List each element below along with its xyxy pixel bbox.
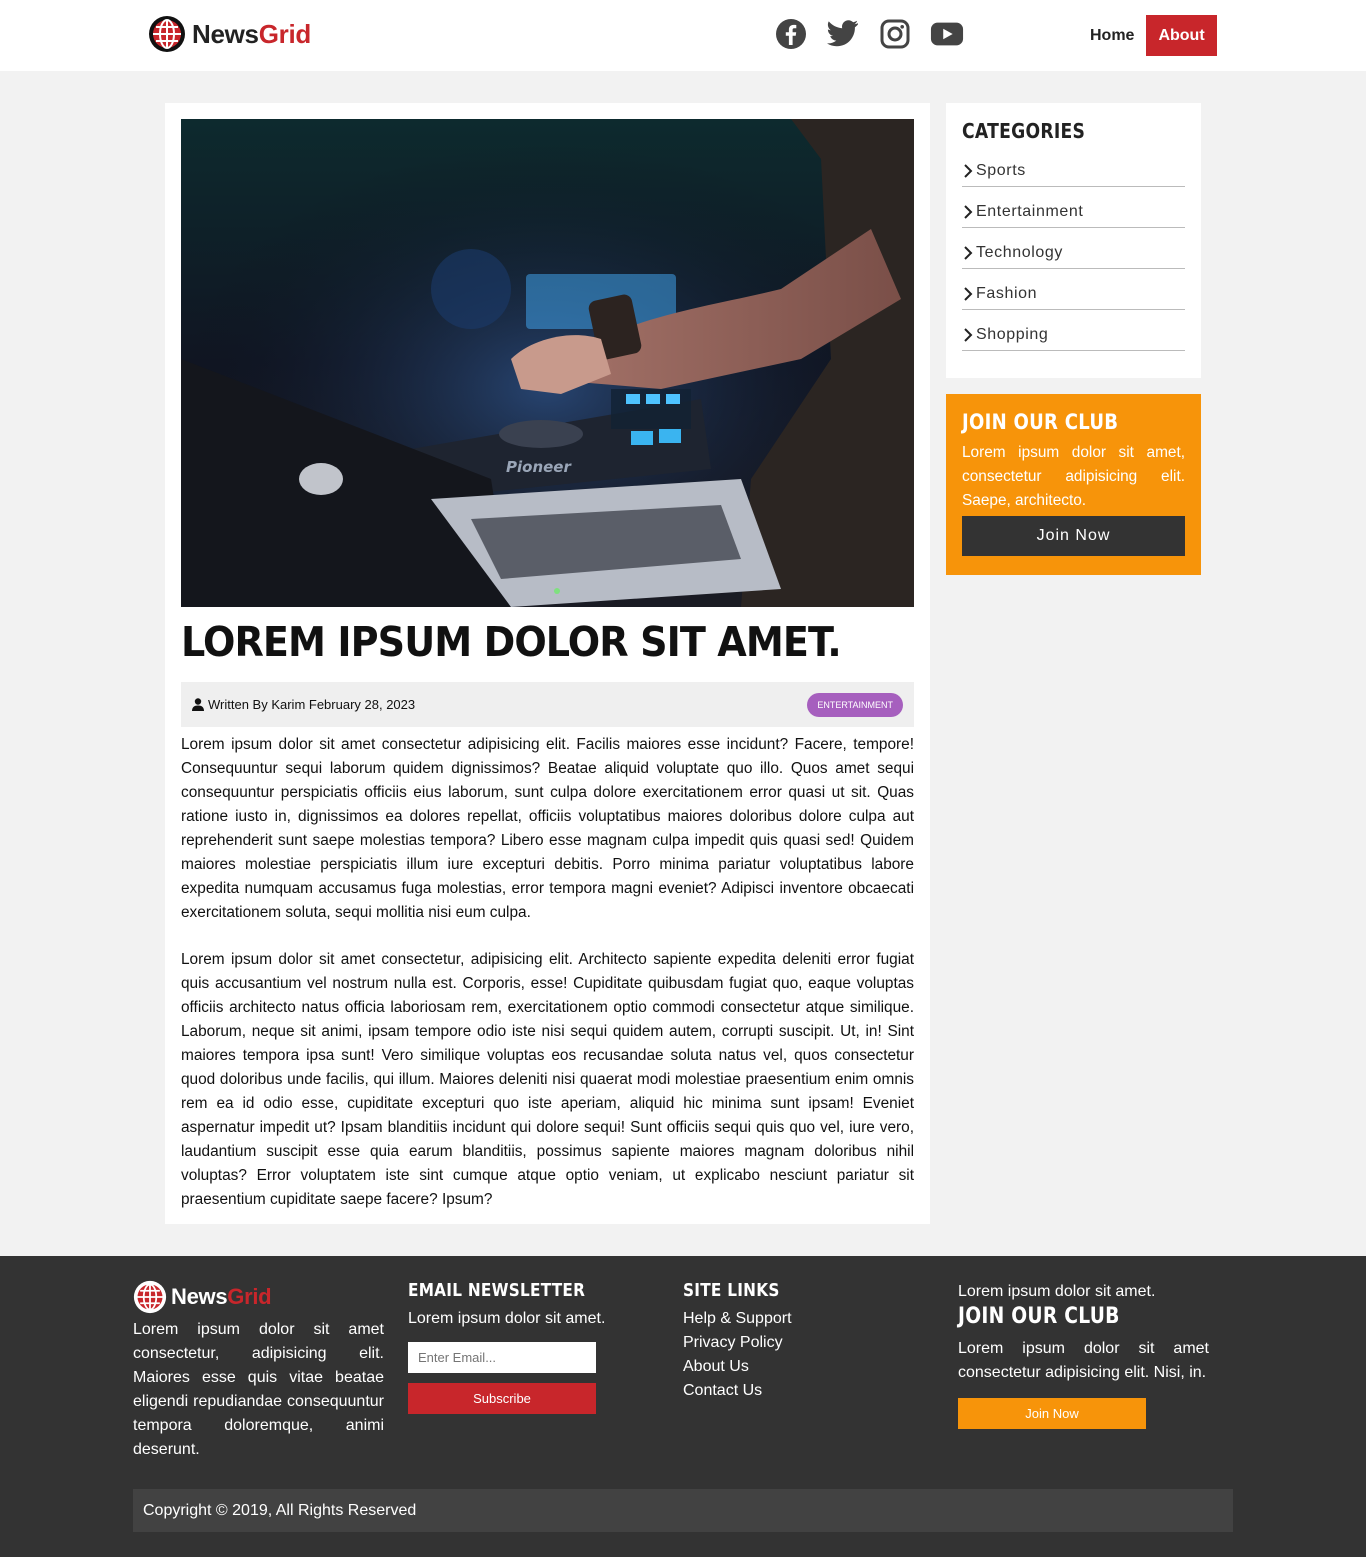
join-club-text: Lorem ipsum dolor sit amet, consectetur … bbox=[962, 444, 1185, 509]
user-icon bbox=[192, 698, 204, 711]
category-item-sports[interactable]: Sports bbox=[962, 146, 1185, 187]
footer-logo-news: News bbox=[171, 1284, 228, 1309]
article-hero-image: Pioneer bbox=[181, 119, 914, 607]
link-contact-us[interactable]: Contact Us bbox=[683, 1379, 923, 1403]
youtube-icon[interactable] bbox=[930, 17, 964, 51]
logo-text: NewsGrid bbox=[192, 19, 311, 50]
chevron-right-icon bbox=[964, 164, 973, 178]
link-help-support[interactable]: Help & Support bbox=[683, 1307, 923, 1331]
join-now-button[interactable]: Join Now bbox=[962, 516, 1185, 556]
main-nav: Home About bbox=[1078, 15, 1217, 56]
newsletter-heading: EMAIL NEWSLETTER bbox=[408, 1280, 586, 1301]
site-links-heading: SITE LINKS bbox=[683, 1280, 780, 1301]
footer-newsletter: EMAIL NEWSLETTER Lorem ipsum dolor sit a… bbox=[408, 1280, 648, 1414]
article-byline: Written By Karim February 28, 2023 bbox=[208, 697, 416, 712]
chevron-right-icon bbox=[964, 328, 973, 342]
categories-widget: CATEGORIES Sports Entertainment Technolo… bbox=[946, 103, 1201, 378]
subscribe-button[interactable]: Subscribe bbox=[408, 1383, 596, 1414]
globe-icon bbox=[133, 1280, 167, 1314]
category-label: Shopping bbox=[976, 326, 1049, 343]
category-badge[interactable]: ENTERTAINMENT bbox=[807, 692, 903, 717]
logo-text-grid: Grid bbox=[258, 18, 312, 49]
footer-club-heading: JOIN OUR CLUB bbox=[958, 1304, 1120, 1329]
category-label: Technology bbox=[976, 244, 1063, 261]
join-club-heading: JOIN OUR CLUB bbox=[962, 410, 1119, 434]
site-footer: NewsGrid Lorem ipsum dolor sit amet cons… bbox=[0, 1256, 1366, 1557]
category-label: Fashion bbox=[976, 285, 1038, 302]
article-byline-wrap: Written By Karim February 28, 2023 bbox=[192, 697, 415, 712]
chevron-right-icon bbox=[964, 246, 973, 260]
article-card: Pioneer LOREM IPSUM DOLOR SIT AMET. Writ… bbox=[165, 103, 930, 1224]
footer-about: NewsGrid Lorem ipsum dolor sit amet cons… bbox=[133, 1280, 384, 1462]
article-body: Lorem ipsum dolor sit amet consectetur a… bbox=[181, 733, 914, 1212]
copyright-bar: Copyright © 2019, All Rights Reserved bbox=[133, 1489, 1233, 1532]
chevron-right-icon bbox=[964, 205, 973, 219]
category-item-shopping[interactable]: Shopping bbox=[962, 310, 1185, 351]
main-content: Pioneer LOREM IPSUM DOLOR SIT AMET. Writ… bbox=[0, 71, 1366, 1256]
social-links bbox=[774, 17, 982, 51]
article-paragraph: Lorem ipsum dolor sit amet consectetur, … bbox=[181, 951, 914, 1208]
nav-home-link[interactable]: Home bbox=[1078, 15, 1146, 56]
link-privacy-policy[interactable]: Privacy Policy bbox=[683, 1331, 923, 1355]
footer-site-links: SITE LINKS Help & Support Privacy Policy… bbox=[683, 1280, 923, 1403]
email-input[interactable] bbox=[408, 1342, 596, 1373]
newsletter-text: Lorem ipsum dolor sit amet. bbox=[408, 1310, 606, 1327]
globe-icon bbox=[149, 16, 185, 52]
category-item-technology[interactable]: Technology bbox=[962, 228, 1185, 269]
categories-list: Sports Entertainment Technology Fashion … bbox=[962, 146, 1185, 351]
footer-about-text: Lorem ipsum dolor sit amet consectetur, … bbox=[133, 1321, 384, 1458]
category-item-entertainment[interactable]: Entertainment bbox=[962, 187, 1185, 228]
article-paragraph: Lorem ipsum dolor sit amet consectetur a… bbox=[181, 736, 914, 921]
article-title: LOREM IPSUM DOLOR SIT AMET. bbox=[181, 618, 842, 666]
logo-text-news: News bbox=[192, 18, 259, 49]
category-label: Sports bbox=[976, 162, 1026, 179]
facebook-icon[interactable] bbox=[774, 17, 808, 51]
footer-logo-text: NewsGrid bbox=[171, 1284, 272, 1310]
category-item-fashion[interactable]: Fashion bbox=[962, 269, 1185, 310]
footer-club-intro: Lorem ipsum dolor sit amet. bbox=[958, 1283, 1156, 1300]
footer-join-now-button[interactable]: Join Now bbox=[958, 1398, 1146, 1429]
nav-about-link[interactable]: About bbox=[1146, 15, 1217, 56]
site-header: NewsGrid Home About bbox=[0, 0, 1366, 71]
article-meta: Written By Karim February 28, 2023 ENTER… bbox=[181, 682, 914, 727]
footer-logo-grid: Grid bbox=[227, 1284, 272, 1309]
footer-club-text: Lorem ipsum dolor sit amet consectetur a… bbox=[958, 1340, 1209, 1381]
join-club-widget: JOIN OUR CLUB Lorem ipsum dolor sit amet… bbox=[946, 394, 1201, 575]
categories-heading: CATEGORIES bbox=[962, 119, 1086, 143]
footer-logo[interactable]: NewsGrid bbox=[133, 1280, 384, 1314]
twitter-icon[interactable] bbox=[826, 17, 860, 51]
link-about-us[interactable]: About Us bbox=[683, 1355, 923, 1379]
chevron-right-icon bbox=[964, 287, 973, 301]
footer-join-club: Lorem ipsum dolor sit amet. JOIN OUR CLU… bbox=[958, 1280, 1209, 1429]
site-links-list: Help & Support Privacy Policy About Us C… bbox=[683, 1307, 923, 1403]
instagram-icon[interactable] bbox=[878, 17, 912, 51]
site-logo[interactable]: NewsGrid bbox=[148, 15, 311, 53]
category-label: Entertainment bbox=[976, 203, 1084, 220]
svg-text:Pioneer: Pioneer bbox=[506, 458, 572, 476]
